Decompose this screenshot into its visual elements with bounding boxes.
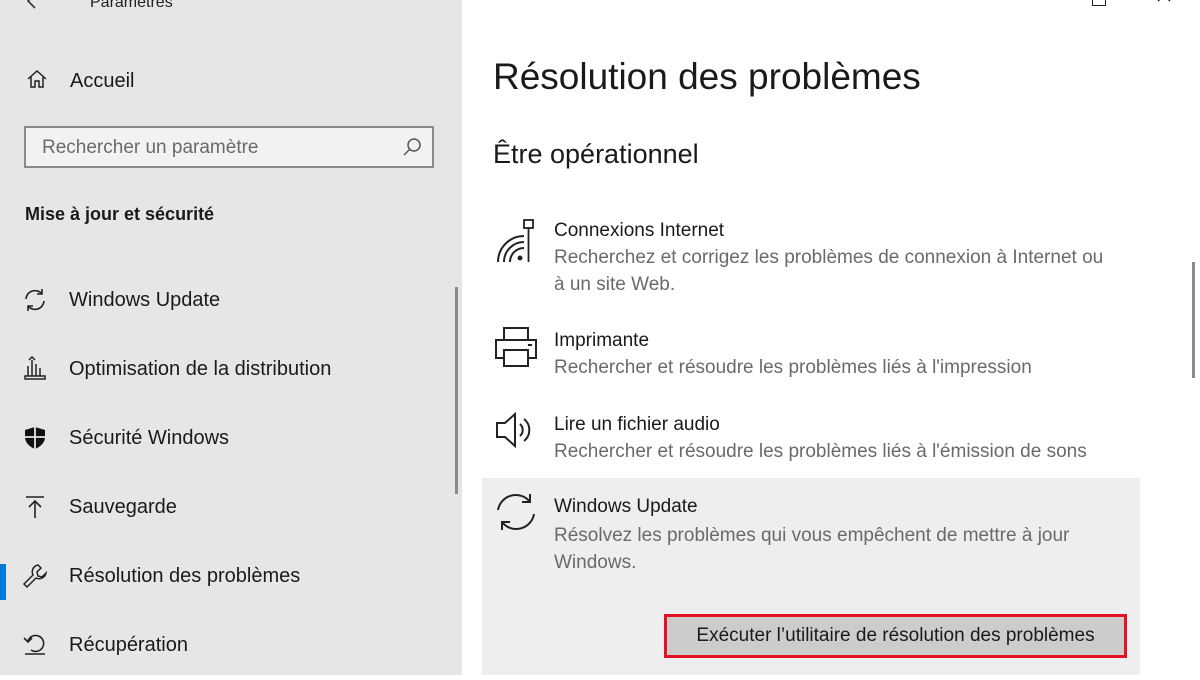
sidebar-item-label: Optimisation de la distribution <box>69 358 332 380</box>
sidebar-item-windows-update[interactable]: Windows Update <box>0 266 462 335</box>
home-icon <box>26 68 48 95</box>
sidebar-item-label: Sécurité Windows <box>69 427 230 449</box>
shield-icon <box>22 425 48 451</box>
minimize-icon[interactable] <box>1024 0 1038 2</box>
troubleshooter-name: Imprimante <box>554 330 650 351</box>
search-icon[interactable] <box>402 137 422 157</box>
troubleshooter-description: Recherchez et corrigez les problèmes de … <box>554 247 1104 295</box>
troubleshooter-internet[interactable]: Connexions Internet Recherchez et corrig… <box>482 212 1140 310</box>
sidebar-item-recovery[interactable]: Récupération <box>0 611 462 680</box>
back-arrow-icon[interactable] <box>22 0 42 12</box>
sync-icon <box>494 490 538 534</box>
sidebar-item-label: Windows Update <box>69 289 221 311</box>
printer-icon <box>494 324 538 368</box>
delivery-optimization-icon <box>22 355 48 382</box>
sidebar-nav: Windows Update Optimisation de la distri… <box>0 266 462 680</box>
search-input[interactable] <box>40 134 384 162</box>
maximize-icon[interactable] <box>1092 0 1106 6</box>
section-subheading: Être opérationnel <box>493 139 699 169</box>
close-icon[interactable] <box>1155 0 1173 6</box>
sync-icon <box>22 287 48 313</box>
page-title: Résolution des problèmes <box>493 56 921 97</box>
troubleshooter-name: Lire un fichier audio <box>554 414 720 435</box>
troubleshooter-name: Windows Update <box>554 496 698 517</box>
search-box[interactable] <box>24 126 434 168</box>
recovery-icon <box>22 632 48 658</box>
troubleshooter-audio[interactable]: Lire un fichier audio Rechercher et réso… <box>482 406 1140 470</box>
sidebar: Paramètres Accueil Mise à jour et sécuri… <box>0 0 462 675</box>
sidebar-item-troubleshoot[interactable]: Résolution des problèmes <box>0 542 462 611</box>
wifi-ethernet-icon <box>494 218 538 263</box>
sidebar-item-delivery-optimization[interactable]: Optimisation de la distribution <box>0 335 462 404</box>
window-title: Paramètres <box>90 0 173 11</box>
home-label: Accueil <box>70 69 135 92</box>
speaker-icon <box>494 408 538 452</box>
backup-arrow-icon <box>22 494 48 520</box>
sidebar-item-label: Récupération <box>69 634 188 656</box>
sidebar-item-label: Résolution des problèmes <box>69 565 301 587</box>
sidebar-item-windows-security[interactable]: Sécurité Windows <box>0 404 462 473</box>
troubleshooter-description: Rechercher et résoudre les problèmes lié… <box>554 441 1087 462</box>
home-link[interactable]: Accueil <box>26 66 134 96</box>
troubleshooter-description: Rechercher et résoudre les problèmes lié… <box>554 357 1032 378</box>
sidebar-scrollbar[interactable] <box>455 287 458 494</box>
wrench-icon <box>22 563 48 589</box>
troubleshooter-description: Résolvez les problèmes qui vous empêchen… <box>554 525 1070 573</box>
troubleshooter-name: Connexions Internet <box>554 220 725 241</box>
main-scrollbar[interactable] <box>1192 262 1195 378</box>
sidebar-item-backup[interactable]: Sauvegarde <box>0 473 462 542</box>
troubleshooter-printer[interactable]: Imprimante Rechercher et résoudre les pr… <box>482 322 1140 386</box>
section-title: Mise à jour et sécurité <box>25 204 215 224</box>
run-troubleshooter-button[interactable]: Exécuter l’utilitaire de résolution des … <box>664 614 1127 658</box>
sidebar-item-label: Sauvegarde <box>69 496 177 518</box>
